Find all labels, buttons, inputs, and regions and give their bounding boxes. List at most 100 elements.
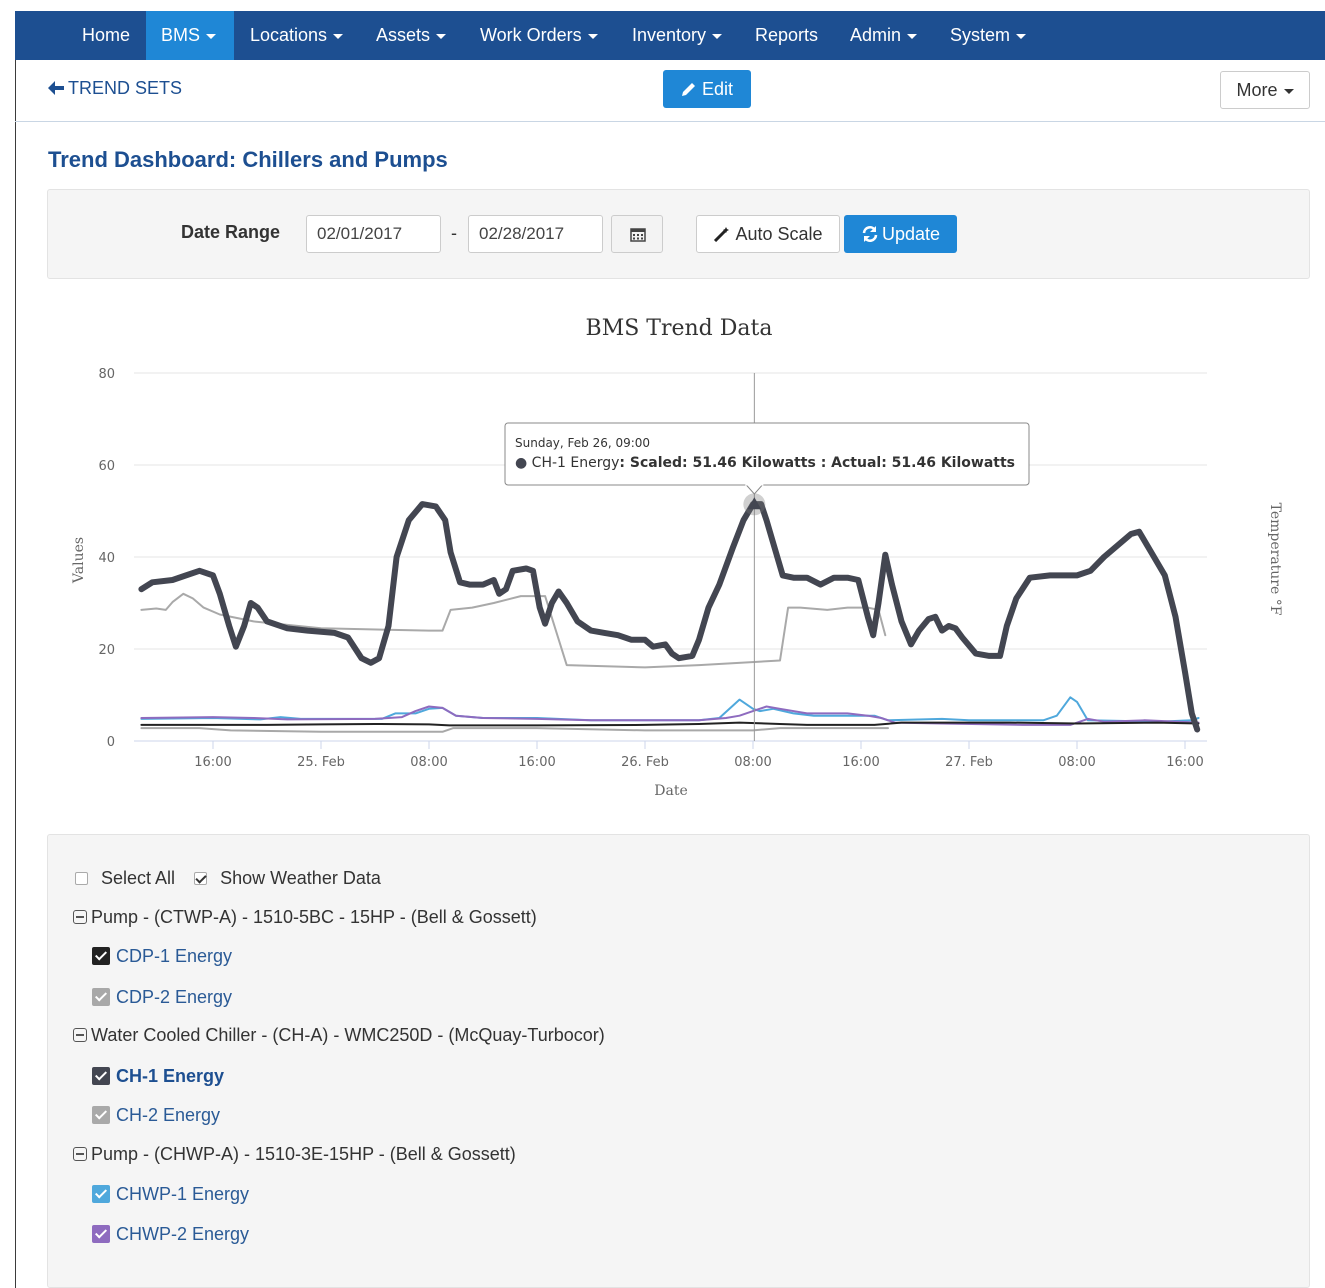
page-left-border <box>15 60 16 1288</box>
legend-item-cdp-1[interactable]: CDP-1 Energy <box>92 946 232 967</box>
x-tick-label: 27. Feb <box>945 755 993 770</box>
select-all-checkbox[interactable] <box>75 872 88 885</box>
chart-tooltip: Sunday, Feb 26, 09:00 ● CH-1 Energy: Sca… <box>504 422 1030 495</box>
collapse-icon[interactable] <box>73 910 87 924</box>
calendar-button[interactable] <box>611 215 663 253</box>
checkbox-icon[interactable] <box>92 1225 110 1243</box>
x-tick-label: 16:00 <box>1166 755 1203 770</box>
checkbox-icon[interactable] <box>92 1106 110 1124</box>
y-tick-label: 0 <box>107 735 115 750</box>
tooltip-value-line: ● CH-1 Energy: Scaled: 51.46 Kilowatts :… <box>515 455 1015 471</box>
more-dropdown-button[interactable]: More <box>1220 71 1310 109</box>
date-range-label: Date Range <box>181 222 281 242</box>
caret-down-icon <box>587 33 598 39</box>
show-weather-label: Show Weather Data <box>220 868 381 888</box>
y-axis-title: Values <box>71 537 87 584</box>
caret-down-icon <box>907 33 918 39</box>
caret-down-icon <box>712 33 723 39</box>
nav-inventory[interactable]: Inventory <box>632 11 723 60</box>
group-chwp-a[interactable]: Pump - (CHWP-A) - 1510-3E-15HP - (Bell &… <box>73 1144 516 1165</box>
caret-down-icon <box>333 33 344 39</box>
calendar-icon <box>630 228 646 242</box>
tooltip-box <box>504 422 1030 486</box>
legend-item-chwp-2[interactable]: CHWP-2 Energy <box>92 1224 249 1245</box>
x-tick-label: 08:00 <box>734 755 771 770</box>
collapse-icon[interactable] <box>73 1147 87 1161</box>
nav-system-label: System <box>950 25 1011 45</box>
tooltip-bullet: ● <box>515 455 532 471</box>
caret-down-icon <box>206 33 217 39</box>
checkbox-icon[interactable] <box>92 947 110 965</box>
checkbox-icon[interactable] <box>92 1067 110 1085</box>
nav-admin[interactable]: Admin <box>850 11 918 60</box>
edit-button[interactable]: Edit <box>663 70 751 108</box>
caret-down-icon <box>1283 88 1294 94</box>
auto-scale-button[interactable]: Auto Scale <box>696 215 840 253</box>
edit-button-label: Edit <box>701 79 734 99</box>
tooltip-pointer-mask <box>745 483 764 486</box>
update-label: Update <box>881 224 941 244</box>
select-all-row: Select All Show Weather Data <box>75 868 381 889</box>
x-tick-label: 08:00 <box>410 755 447 770</box>
legend-item-label: CH-2 Energy <box>116 1105 221 1125</box>
group-label: Pump - (CTWP-A) - 1510-5BC - 15HP - (Bel… <box>91 907 537 927</box>
series-legend-panel <box>47 834 1310 1288</box>
checkbox-icon[interactable] <box>92 1185 110 1203</box>
toolbar-divider <box>15 121 1325 122</box>
nav-admin-label: Admin <box>850 25 902 45</box>
group-ctwp-a[interactable]: Pump - (CTWP-A) - 1510-5BC - 15HP - (Bel… <box>73 907 537 928</box>
y-tick-label: 80 <box>98 367 115 382</box>
back-to-trend-sets-link[interactable]: TREND SETS <box>48 78 182 99</box>
nav-assets[interactable]: Assets <box>376 11 447 60</box>
arrow-left-icon <box>48 81 64 95</box>
select-all-label: Select All <box>101 868 176 888</box>
nav-reports-label: Reports <box>755 25 819 45</box>
nav-bms[interactable]: BMS <box>146 11 234 60</box>
nav-reports[interactable]: Reports <box>755 11 818 60</box>
tooltip-pointer <box>745 484 764 495</box>
nav-bms-label: BMS <box>161 25 201 45</box>
legend-item-ch-1[interactable]: CH-1 Energy <box>92 1066 224 1087</box>
page-title: Trend Dashboard: Chillers and Pumps <box>48 147 448 172</box>
legend-item-label: CHWP-2 Energy <box>116 1224 250 1244</box>
tooltip-values: : Scaled: 51.46 Kilowatts : Actual: 51.4… <box>619 455 1015 471</box>
caret-down-icon <box>436 33 447 39</box>
chart-series <box>138 501 1201 733</box>
legend-item-cdp-2[interactable]: CDP-2 Energy <box>92 987 232 1008</box>
checkbox-icon[interactable] <box>92 988 110 1006</box>
nav-locations[interactable]: Locations <box>250 11 344 60</box>
collapse-icon[interactable] <box>73 1028 87 1042</box>
trend-chart[interactable]: BMS Trend Data 0 20 40 60 80 16:00 25. Feb 08:… <box>47 295 1325 815</box>
legend-item-chwp-1[interactable]: CHWP-1 Energy <box>92 1184 249 1205</box>
nav-work-orders-label: Work Orders <box>480 25 582 45</box>
tooltip-date: Sunday, Feb 26, 09:00 <box>515 436 650 450</box>
start-date-input[interactable]: 02/01/2017 <box>306 215 441 253</box>
x-tick-label: 26. Feb <box>621 755 669 770</box>
legend-item-ch-2[interactable]: CH-2 Energy <box>92 1105 220 1126</box>
nav-system[interactable]: System <box>950 11 1027 60</box>
x-axis-title: Date <box>654 783 687 799</box>
y-tick-label: 20 <box>98 643 115 658</box>
chart-title: BMS Trend Data <box>586 316 773 341</box>
series-line-ch-1-energy <box>138 501 1201 733</box>
update-button[interactable]: Update <box>844 215 957 253</box>
more-button-label: More <box>1236 80 1278 100</box>
show-weather-checkbox[interactable] <box>194 872 208 885</box>
top-navbar: Home BMS Locations Assets Work Orders In… <box>15 11 1325 60</box>
nav-home[interactable]: Home <box>82 11 130 60</box>
y2-axis-title: Temperature °F <box>1267 503 1283 616</box>
x-tick-label: 25. Feb <box>297 755 345 770</box>
group-ch-a[interactable]: Water Cooled Chiller - (CH-A) - WMC250D … <box>73 1025 605 1046</box>
nav-assets-label: Assets <box>376 25 431 45</box>
y-tick-label: 60 <box>98 459 115 474</box>
end-date-input[interactable]: 02/28/2017 <box>468 215 603 253</box>
x-tick-label: 16:00 <box>842 755 879 770</box>
y-axis-ticks: 0 20 40 60 80 <box>98 367 115 750</box>
date-separator: - <box>451 223 457 243</box>
magic-wand-icon <box>714 227 730 243</box>
x-tick-label: 16:00 <box>194 755 231 770</box>
group-label: Water Cooled Chiller - (CH-A) - WMC250D … <box>91 1025 605 1045</box>
x-tick-label: 08:00 <box>1058 755 1095 770</box>
nav-work-orders[interactable]: Work Orders <box>480 11 598 60</box>
back-link-label: TREND SETS <box>68 78 183 98</box>
